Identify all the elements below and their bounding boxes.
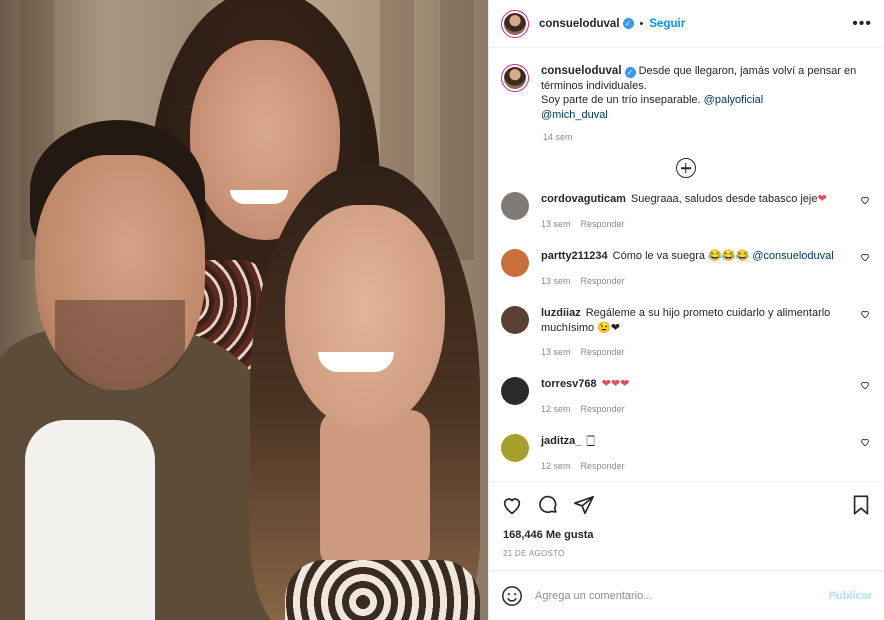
- heart-icon[interactable]: [860, 195, 870, 205]
- comment-text: 🀆: [586, 435, 596, 447]
- comment-timestamp: 13 sem: [541, 275, 571, 286]
- photo-patterned-top: [285, 560, 480, 620]
- heart-icon[interactable]: [860, 252, 870, 262]
- comment-emoji: ❤: [817, 193, 827, 205]
- comment-item: cordovaguticam Suegraaa, saludos desde ta…: [501, 192, 870, 249]
- comment-text: Regáleme a su hijo prometo cuidarlo y al…: [541, 307, 831, 334]
- comment-timestamp: 12 sem: [541, 403, 571, 414]
- reply-button[interactable]: Responder: [581, 217, 625, 232]
- comment-username[interactable]: jaditza_: [541, 435, 581, 447]
- comment-username[interactable]: luzdiiaz: [541, 307, 581, 319]
- photo-smile-right: [318, 352, 394, 372]
- bookmark-icon[interactable]: [850, 494, 872, 516]
- photo-woman-right-neck: [320, 410, 430, 570]
- heart-icon[interactable]: [860, 380, 870, 390]
- comments-scroll-area[interactable]: consueloduval ✓ Desde que llegaron, jamás…: [489, 48, 884, 481]
- comment-text: Cómo le va suegra 😂😂😂: [612, 250, 750, 262]
- comment-input[interactable]: [535, 589, 829, 602]
- mention-link[interactable]: @mich_duval: [541, 109, 608, 121]
- post-side-panel: consueloduval ✓ • Seguir ••• consueloduv…: [488, 0, 884, 620]
- follow-button[interactable]: Seguir: [649, 18, 685, 30]
- avatar[interactable]: [501, 434, 529, 462]
- publish-button[interactable]: Publicar: [829, 590, 872, 602]
- reply-button[interactable]: Responder: [581, 459, 625, 474]
- likes-count[interactable]: 168,446 Me gusta: [489, 529, 884, 541]
- reply-button[interactable]: Responder: [581, 274, 625, 289]
- more-options-icon[interactable]: •••: [852, 15, 872, 33]
- header-separator: •: [639, 17, 644, 30]
- comment-item: partty211234 Cómo le va suegra 😂😂😂 @consu…: [501, 249, 870, 306]
- comment-item: jaditza_ 🀆 12 sem Responder: [501, 434, 870, 481]
- photo-man-beard: [55, 300, 185, 390]
- comment-item: torresv768 ❤❤❤ 12 sem Responder: [501, 377, 870, 434]
- reply-button[interactable]: Responder: [581, 345, 625, 360]
- instagram-post: consueloduval ✓ • Seguir ••• consueloduv…: [0, 0, 884, 620]
- add-comment-bar: Publicar: [489, 570, 884, 620]
- header-username[interactable]: consueloduval: [539, 18, 620, 30]
- heart-icon[interactable]: [501, 494, 523, 516]
- avatar[interactable]: [501, 306, 529, 334]
- post-caption: consueloduval ✓ Desde que llegaron, jamás…: [501, 64, 870, 122]
- action-bar: [489, 481, 884, 527]
- comment-timestamp: 13 sem: [541, 347, 571, 357]
- avatar[interactable]: [501, 192, 529, 220]
- smiley-icon[interactable]: [501, 585, 523, 607]
- avatar[interactable]: [501, 9, 529, 38]
- avatar[interactable]: [501, 249, 529, 277]
- heart-icon[interactable]: [860, 437, 870, 447]
- comment-username[interactable]: torresv768: [541, 378, 597, 390]
- post-header: consueloduval ✓ • Seguir •••: [489, 0, 884, 48]
- plus-circle-icon[interactable]: [675, 158, 696, 178]
- verified-badge-icon: ✓: [622, 18, 634, 29]
- post-photo[interactable]: [0, 0, 488, 620]
- comment-timestamp: 12 sem: [541, 460, 571, 471]
- caption-text-line2: Soy parte de un trío inseparable.: [541, 94, 701, 106]
- comment-icon[interactable]: [537, 494, 559, 516]
- caption-username[interactable]: consueloduval: [541, 65, 622, 77]
- avatar[interactable]: [501, 377, 529, 405]
- avatar[interactable]: [501, 64, 529, 92]
- comment-emoji: ❤❤❤: [601, 378, 630, 390]
- photo-man-shirt: [25, 420, 155, 620]
- comment-timestamp: 13 sem: [541, 218, 571, 229]
- reply-button[interactable]: Responder: [581, 402, 625, 417]
- mention-link[interactable]: @consueloduval: [752, 250, 834, 262]
- comment-username[interactable]: partty211234: [541, 250, 608, 262]
- mention-link[interactable]: @palyoficial: [704, 94, 763, 106]
- caption-timestamp: 14 sem: [543, 132, 573, 142]
- comment-text: Suegraaa, saludos desde tabasco jeje: [630, 193, 818, 205]
- verified-badge-icon: ✓: [624, 67, 636, 78]
- photo-smile-middle: [230, 190, 288, 204]
- post-date[interactable]: 21 DE AGOSTO: [489, 549, 884, 558]
- heart-icon[interactable]: [860, 309, 870, 319]
- paper-plane-icon[interactable]: [573, 494, 595, 516]
- comment-username[interactable]: cordovaguticam: [541, 193, 626, 205]
- comment-item: luzdiiaz Regáleme a su hijo prometo cuida…: [501, 306, 870, 377]
- load-more-comments[interactable]: [501, 158, 870, 178]
- photo-woman-right-face: [285, 205, 445, 430]
